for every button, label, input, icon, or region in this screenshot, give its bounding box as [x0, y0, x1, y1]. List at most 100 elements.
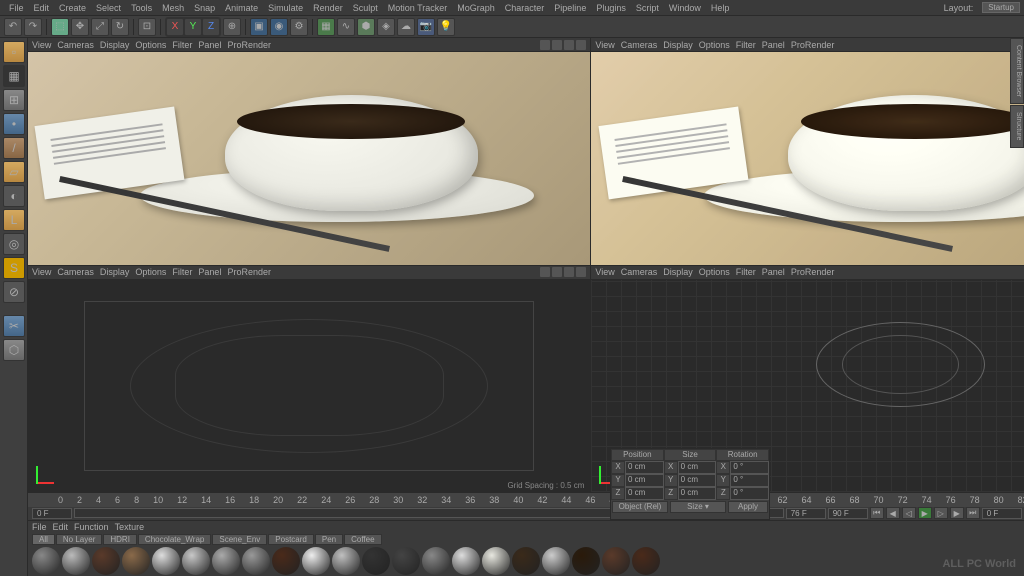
material-preview[interactable]	[602, 547, 630, 575]
material-preview[interactable]	[452, 547, 480, 575]
material-tab[interactable]: Coffee	[344, 534, 381, 545]
texture-mode-button[interactable]: ▦	[3, 65, 25, 87]
redo-button[interactable]: ↷	[24, 18, 42, 36]
select-tool[interactable]: ⬚	[51, 18, 69, 36]
goto-end-button[interactable]: ⏭	[966, 507, 980, 519]
size-field[interactable]: 0 cm	[678, 487, 717, 500]
menu-help[interactable]: Help	[706, 3, 735, 13]
menu-mesh[interactable]: Mesh	[157, 3, 189, 13]
scale-tool[interactable]: ⤢	[91, 18, 109, 36]
tweak-button[interactable]: ◐	[3, 185, 25, 207]
position-field[interactable]: 0 cm	[625, 487, 664, 500]
layout-selector[interactable]: Startup	[982, 2, 1020, 13]
knife-button[interactable]: ✂	[3, 315, 25, 337]
mat-menu-function[interactable]: Function	[74, 522, 109, 532]
z-axis-button[interactable]: Z	[202, 18, 220, 36]
add-light-button[interactable]: 💡	[437, 18, 455, 36]
material-preview[interactable]	[152, 547, 180, 575]
material-preview[interactable]	[632, 547, 660, 575]
y-axis-button[interactable]: Y	[184, 18, 202, 36]
mat-menu-edit[interactable]: Edit	[53, 522, 69, 532]
material-preview[interactable]	[32, 547, 60, 575]
vp-rotate-icon[interactable]	[564, 40, 574, 50]
prev-key-button[interactable]: ◀	[886, 507, 900, 519]
play-button[interactable]: ▶	[918, 507, 932, 519]
current-frame-field[interactable]: 0 F	[982, 508, 1022, 519]
menu-file[interactable]: File	[4, 3, 29, 13]
menu-edit[interactable]: Edit	[29, 3, 55, 13]
tab-content-browser[interactable]: Content Browser	[1010, 38, 1024, 104]
material-preview[interactable]	[572, 547, 600, 575]
polygon-mode-button[interactable]: ▱	[3, 161, 25, 183]
add-spline-button[interactable]: ∿	[337, 18, 355, 36]
material-preview[interactable]	[422, 547, 450, 575]
timeline-fps-field[interactable]: 76 F	[786, 508, 826, 519]
menu-simulate[interactable]: Simulate	[263, 3, 308, 13]
add-camera-button[interactable]: 📷	[417, 18, 435, 36]
viewport-solo-button[interactable]: ◎	[3, 233, 25, 255]
rotation-field[interactable]: 0 °	[730, 461, 769, 474]
material-preview[interactable]	[212, 547, 240, 575]
menu-script[interactable]: Script	[631, 3, 664, 13]
last-tool[interactable]: ⊡	[138, 18, 156, 36]
undo-button[interactable]: ↶	[4, 18, 22, 36]
vp-zoom-icon[interactable]	[552, 40, 562, 50]
material-tab[interactable]: All	[32, 534, 55, 545]
menu-snap[interactable]: Snap	[189, 3, 220, 13]
next-frame-button[interactable]: ▷	[934, 507, 948, 519]
material-preview[interactable]	[182, 547, 210, 575]
axis-mode-button[interactable]: L	[3, 209, 25, 231]
material-preview[interactable]	[62, 547, 90, 575]
material-tab[interactable]: Chocolate_Wrap	[138, 534, 211, 545]
render-picture-button[interactable]: ◉	[270, 18, 288, 36]
menu-animate[interactable]: Animate	[220, 3, 263, 13]
x-axis-button[interactable]: X	[166, 18, 184, 36]
coords-mode-selector[interactable]: Object (Rel)	[612, 501, 668, 513]
material-preview[interactable]	[242, 547, 270, 575]
material-preview[interactable]	[512, 547, 540, 575]
material-preview[interactable]	[332, 547, 360, 575]
render-settings-button[interactable]: ⚙	[290, 18, 308, 36]
vp-pan-icon[interactable]	[540, 40, 550, 50]
position-field[interactable]: 0 cm	[625, 461, 664, 474]
size-field[interactable]: 0 cm	[678, 474, 717, 487]
menu-tools[interactable]: Tools	[126, 3, 157, 13]
locked-button[interactable]: ⊘	[3, 281, 25, 303]
extrude-button[interactable]: ⬡	[3, 339, 25, 361]
tab-structure[interactable]: Structure	[1010, 105, 1024, 147]
viewport-bottom-left[interactable]: ViewCamerasDisplayOptionsFilterPanelProR…	[28, 266, 590, 493]
timeline-ruler[interactable]: 0246810121416182022242628303234363840424…	[28, 493, 1024, 507]
mat-menu-file[interactable]: File	[32, 522, 47, 532]
material-preview[interactable]	[542, 547, 570, 575]
material-preview[interactable]	[482, 547, 510, 575]
menu-select[interactable]: Select	[91, 3, 126, 13]
rotation-field[interactable]: 0 °	[730, 474, 769, 487]
menu-mograph[interactable]: MoGraph	[452, 3, 500, 13]
next-key-button[interactable]: ▶	[950, 507, 964, 519]
add-cube-button[interactable]: ▦	[317, 18, 335, 36]
snap-button[interactable]: S	[3, 257, 25, 279]
point-mode-button[interactable]: •	[3, 113, 25, 135]
material-preview[interactable]	[302, 547, 330, 575]
material-tab[interactable]: HDRI	[103, 534, 137, 545]
prev-frame-button[interactable]: ◁	[902, 507, 916, 519]
rotation-field[interactable]: 0 °	[730, 487, 769, 500]
viewport-top-right[interactable]: ViewCamerasDisplayOptionsFilterPanelProR…	[591, 38, 1024, 265]
menu-create[interactable]: Create	[54, 3, 91, 13]
material-preview[interactable]	[392, 547, 420, 575]
material-preview[interactable]	[272, 547, 300, 575]
add-generator-button[interactable]: ⬢	[357, 18, 375, 36]
menu-motion-tracker[interactable]: Motion Tracker	[383, 3, 453, 13]
model-mode-button[interactable]: ▫	[3, 41, 25, 63]
menu-sculpt[interactable]: Sculpt	[348, 3, 383, 13]
menu-pipeline[interactable]: Pipeline	[549, 3, 591, 13]
rotate-tool[interactable]: ↻	[111, 18, 129, 36]
add-environment-button[interactable]: ☁	[397, 18, 415, 36]
timeline-end-field[interactable]: 90 F	[828, 508, 868, 519]
coord-system-button[interactable]: ⊕	[223, 18, 241, 36]
material-tab[interactable]: Pen	[315, 534, 343, 545]
menu-window[interactable]: Window	[664, 3, 706, 13]
menu-plugins[interactable]: Plugins	[591, 3, 631, 13]
material-preview[interactable]	[122, 547, 150, 575]
vp-max-icon[interactable]	[576, 40, 586, 50]
